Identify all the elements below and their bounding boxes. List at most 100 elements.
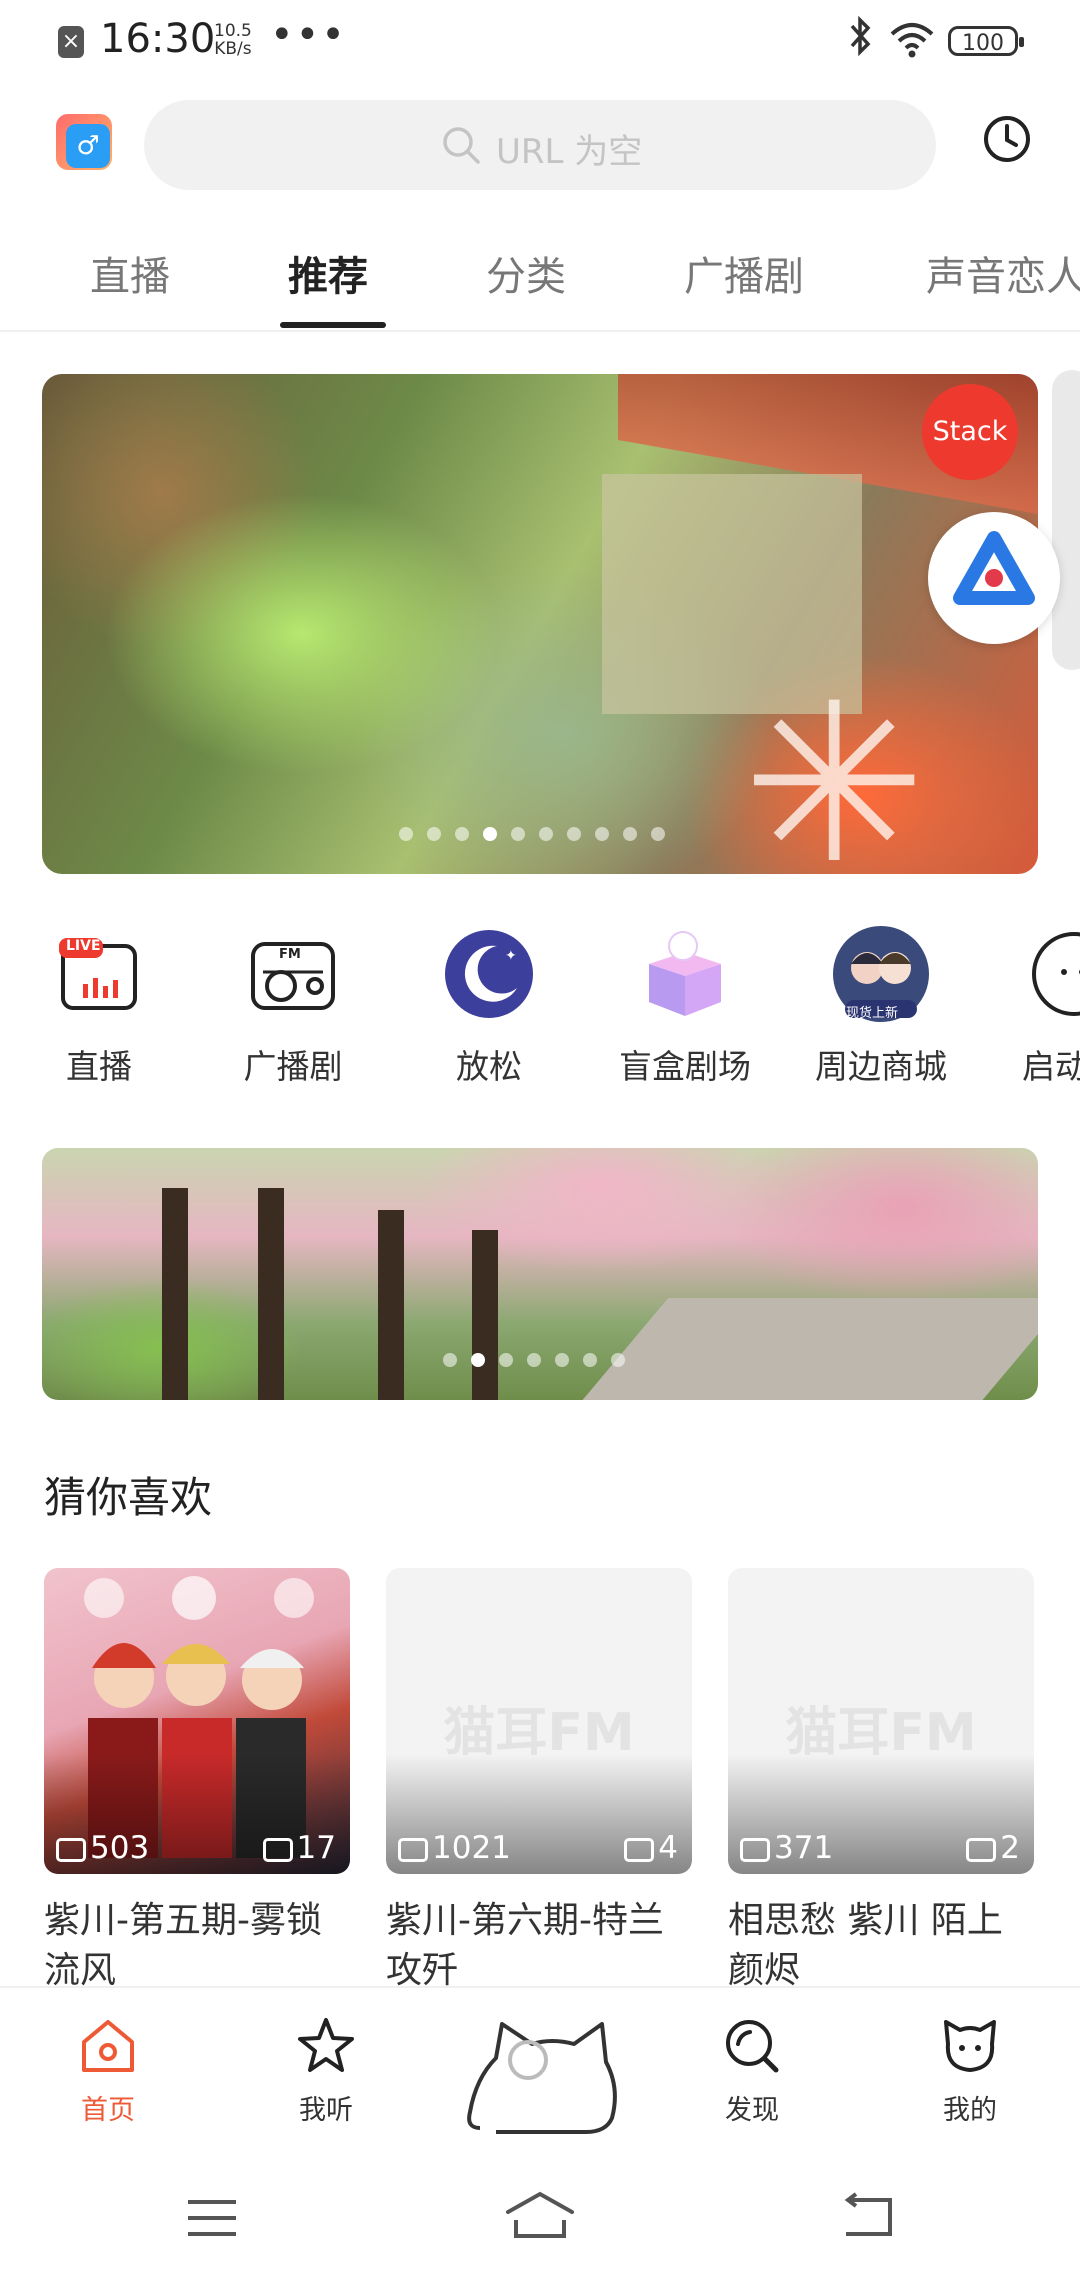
- quick-entry-label: 盲盒剧场: [619, 1047, 751, 1086]
- tab-category[interactable]: 分类: [486, 244, 566, 302]
- back-icon[interactable]: [840, 2192, 896, 2244]
- notification-icon: ×: [58, 26, 84, 58]
- discover-icon: [726, 2020, 779, 2073]
- nav-mine[interactable]: 我的: [900, 2014, 1040, 2127]
- svg-text:✦: ✦: [505, 948, 517, 964]
- tab-live[interactable]: 直播: [90, 244, 170, 302]
- search-icon: [440, 124, 482, 170]
- pagination-dot[interactable]: [611, 1353, 625, 1367]
- pagination-dot[interactable]: [595, 827, 609, 841]
- nav-discover[interactable]: 发现: [682, 2014, 822, 2127]
- pagination-dot[interactable]: [539, 827, 553, 841]
- blind-box-icon: [635, 924, 735, 1024]
- search-bar[interactable]: URL 为空: [144, 100, 936, 190]
- play-icon: [740, 1837, 770, 1862]
- pagination-dot[interactable]: [455, 827, 469, 841]
- quick-entry-start[interactable]: 启动: [992, 924, 1080, 1094]
- banner-art-post: [378, 1210, 404, 1400]
- episodes-icon: [262, 1837, 293, 1862]
- pagination-dot[interactable]: [443, 1353, 457, 1367]
- pagination-dot[interactable]: [511, 827, 525, 841]
- network-speed-unit: KB/s: [214, 39, 252, 59]
- episode-count: 4: [624, 1830, 678, 1866]
- banner-art-post: [162, 1188, 188, 1400]
- play-icon: [398, 1837, 428, 1862]
- assistant-icon: [953, 531, 1035, 605]
- tabs-divider: [0, 330, 1080, 332]
- cat-mascot-icon: [467, 2022, 617, 2134]
- nav-label: 我的: [943, 2095, 997, 2126]
- tab-radio-drama[interactable]: 广播剧: [684, 244, 804, 302]
- status-bar: × 16:30 10.5 KB/s ••• 100: [0, 0, 1080, 84]
- quick-entry-radio-drama[interactable]: FM 广播剧: [208, 924, 378, 1094]
- pagination-dot[interactable]: [555, 1353, 569, 1367]
- home-icon: [82, 2020, 134, 2072]
- quick-entry-blind-box[interactable]: 盲盒剧场: [600, 924, 770, 1094]
- quick-entry-shop[interactable]: 现货上新 周边商城: [796, 924, 966, 1094]
- episode-count: 2: [966, 1830, 1020, 1866]
- star-icon: [298, 2018, 354, 2072]
- quick-entry-label: 启动: [1022, 1047, 1080, 1086]
- play-icon: [56, 1837, 86, 1862]
- floating-assistant-button[interactable]: [928, 512, 1060, 644]
- pagination-dot[interactable]: [623, 827, 637, 841]
- bluetooth-icon: [848, 15, 874, 65]
- card-title[interactable]: 紫川-第六期-特兰攻歼: [386, 1896, 692, 1986]
- card-title[interactable]: 相思愁 紫川 陌上颜烬: [728, 1896, 1034, 1986]
- play-count: 1021: [398, 1830, 511, 1866]
- quick-entry-label: 直播: [66, 1047, 132, 1086]
- more-notifications-icon: •••: [270, 12, 347, 58]
- pagination-dot-active[interactable]: [471, 1353, 485, 1367]
- nav-listen[interactable]: 我听: [256, 2014, 396, 2127]
- banner-art-post: [258, 1188, 284, 1400]
- play-count: 503: [56, 1830, 149, 1866]
- moon-icon: ✦: [439, 924, 539, 1024]
- network-speed-value: 10.5: [214, 21, 252, 41]
- tab-recommend[interactable]: 推荐: [288, 244, 368, 302]
- menu-icon[interactable]: [184, 2196, 240, 2244]
- radio-icon: [243, 924, 343, 1024]
- pagination-dot[interactable]: [567, 827, 581, 841]
- quick-entry-live[interactable]: LIVE 直播: [14, 924, 184, 1094]
- banner-art-path: [575, 1298, 1038, 1400]
- pagination-dot[interactable]: [499, 1353, 513, 1367]
- pagination-dot-active[interactable]: [483, 827, 497, 841]
- play-count: 371: [740, 1830, 833, 1866]
- episode-count: 17: [262, 1830, 336, 1866]
- nav-label: 发现: [725, 2095, 779, 2126]
- main-banner[interactable]: ✳: [42, 374, 1038, 874]
- network-speed: 10.5 KB/s: [214, 22, 252, 58]
- quick-entry-relax[interactable]: ✦ 放松: [404, 924, 574, 1094]
- secondary-banner-pagination: [436, 1352, 632, 1371]
- quick-entry-label: 周边商城: [815, 1047, 947, 1086]
- pagination-dot[interactable]: [583, 1353, 597, 1367]
- drama-card[interactable]: 猫耳FM 371 2 相思愁 紫川 陌上颜烬: [728, 1568, 1034, 1986]
- system-navigation-bar: [0, 2156, 1080, 2280]
- card-cover: 503 17: [44, 1568, 350, 1874]
- home-system-icon[interactable]: [504, 2190, 576, 2246]
- stack-badge[interactable]: Stack: [922, 384, 1018, 480]
- wifi-icon: [888, 20, 936, 64]
- app-logo[interactable]: ♂: [56, 114, 112, 170]
- shop-badge: 现货上新: [846, 1006, 899, 1021]
- drama-card[interactable]: 猫耳FM 1021 4 紫川-第六期-特兰攻歼: [386, 1568, 692, 1986]
- battery-indicator: 100: [948, 26, 1024, 56]
- banner-art-sparkle: ✳: [742, 656, 927, 874]
- nav-home[interactable]: 首页: [38, 2014, 178, 2127]
- episodes-icon: [966, 1837, 997, 1862]
- cat-mascot-button[interactable]: [456, 2008, 624, 2144]
- tab-voice-lover[interactable]: 声音恋人: [926, 244, 1080, 302]
- pagination-dot[interactable]: [527, 1353, 541, 1367]
- nav-label: 我听: [299, 2095, 353, 2126]
- active-tab-indicator: [280, 322, 386, 328]
- history-clock-icon[interactable]: [982, 114, 1032, 164]
- card-title[interactable]: 紫川-第五期-雾锁流风: [44, 1896, 350, 1986]
- start-icon: [1024, 924, 1080, 1024]
- app-logo-icon: ♂: [66, 124, 110, 168]
- pagination-dot[interactable]: [427, 827, 441, 841]
- pagination-dot[interactable]: [651, 827, 665, 841]
- drama-card[interactable]: 503 17 紫川-第五期-雾锁流风: [44, 1568, 350, 1986]
- live-badge: LIVE: [66, 938, 101, 954]
- pagination-dot[interactable]: [399, 827, 413, 841]
- bottom-navigation: 首页 我听 发现 我的: [0, 1986, 1080, 2158]
